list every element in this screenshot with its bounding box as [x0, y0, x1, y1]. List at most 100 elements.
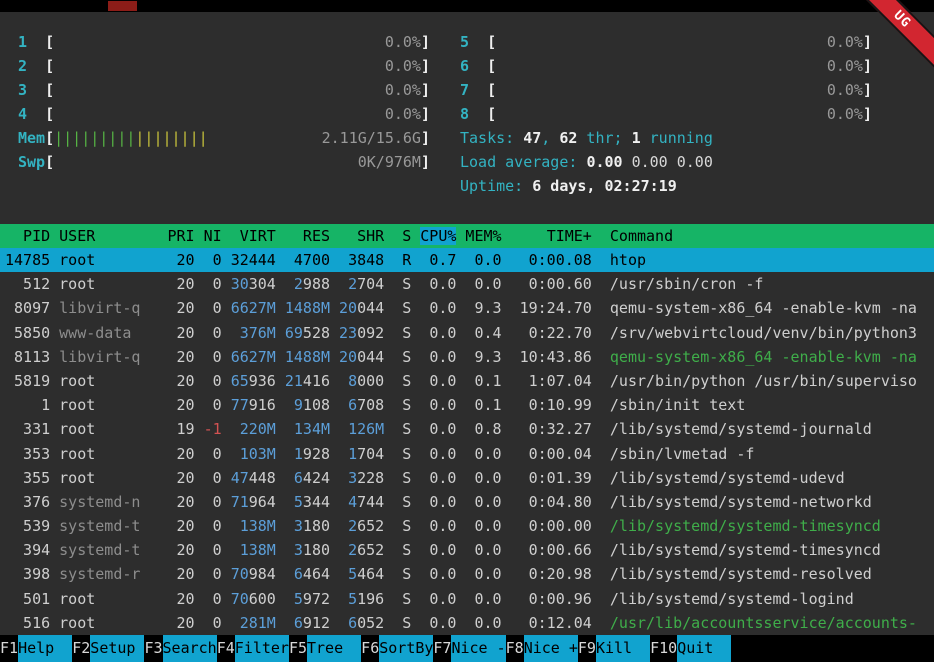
process-mem: 0.0 [456, 490, 501, 514]
meters-left-column: 1[0.0%]2[0.0%]3[0.0%]4[0.0%]Mem[||||||||… [18, 30, 430, 198]
process-priority: 20 [140, 490, 194, 514]
meter-close-bracket: ] [863, 54, 872, 78]
process-row[interactable]: 1root2007791691086708S0.00.10:10.99/sbin… [0, 393, 934, 417]
process-row[interactable]: 5850www-data200376M6952823092S0.00.40:22… [0, 321, 934, 345]
process-row[interactable]: 8097libvirt-q2006627M1488M20044S0.09.319… [0, 296, 934, 320]
process-row[interactable]: 353root200103M19281704S0.00.00:00.04/sbi… [0, 442, 934, 466]
process-mem: 0.0 [456, 272, 501, 296]
column-header-pid[interactable]: PID [5, 224, 50, 248]
process-cpu: 0.0 [411, 321, 456, 345]
fn-setup[interactable]: F2Setup [72, 635, 144, 662]
column-header-s[interactable]: S [384, 224, 411, 248]
process-row[interactable]: 539systemd-t200138M31802652S0.00.00:00.0… [0, 514, 934, 538]
column-header-mem[interactable]: MEM% [456, 224, 501, 248]
process-row[interactable]: 516root200281M69126052S0.00.00:12.04/usr… [0, 611, 934, 635]
meter-open-bracket: [ [45, 30, 54, 54]
process-pid: 5819 [5, 369, 50, 393]
meter-close-bracket: ] [421, 54, 430, 78]
process-pid: 501 [5, 587, 50, 611]
htop-screen: 1[0.0%]2[0.0%]3[0.0%]4[0.0%]Mem[||||||||… [0, 12, 934, 662]
meter-open-bracket: [ [45, 78, 54, 102]
process-priority: 20 [140, 248, 194, 272]
process-time: 19:24.70 [502, 296, 592, 320]
process-state: S [384, 466, 411, 490]
process-nice: 0 [195, 345, 222, 369]
process-time: 0:01.39 [502, 466, 592, 490]
process-time: 0:00.00 [502, 514, 592, 538]
process-cpu: 0.0 [411, 345, 456, 369]
cpu-meter-7-value: 0.0% [827, 78, 863, 102]
process-row[interactable]: 376systemd-n2007196453444744S0.00.00:04.… [0, 490, 934, 514]
process-priority: 20 [140, 442, 194, 466]
column-header-res[interactable]: RES [276, 224, 330, 248]
fn-search[interactable]: F3Search [144, 635, 216, 662]
process-priority: 20 [140, 562, 194, 586]
swap-meter: Swp[0K/976M] [18, 150, 430, 174]
cpu-meter-8-value: 0.0% [827, 102, 863, 126]
column-header-user[interactable]: USER [59, 224, 140, 248]
column-header-time[interactable]: TIME+ [502, 224, 592, 248]
swap-meter-value: 0K/976M [358, 150, 421, 174]
process-priority: 20 [140, 272, 194, 296]
fn-kill[interactable]: F9Kill [578, 635, 650, 662]
fn-nice[interactable]: F8Nice + [506, 635, 578, 662]
fn-nice[interactable]: F7Nice - [433, 635, 505, 662]
process-row[interactable]: 355root2004744864243228S0.00.00:01.39/li… [0, 466, 934, 490]
cpu-meter-8: 8[0.0%] [460, 102, 872, 126]
meter-close-bracket: ] [863, 78, 872, 102]
cpu-meter-7-label: 7 [460, 78, 487, 102]
process-row[interactable]: 512root2003030429882704S0.00.00:00.60/us… [0, 272, 934, 296]
meter-open-bracket: [ [487, 78, 496, 102]
cpu-meter-5-fill [496, 30, 827, 54]
cpu-meter-5-value: 0.0% [827, 30, 863, 54]
blank-row [0, 198, 934, 224]
process-priority: 20 [140, 393, 194, 417]
process-row[interactable]: 501root2007060059725196S0.00.00:00.96/li… [0, 587, 934, 611]
column-header-ni[interactable]: NI [195, 224, 222, 248]
fn-key-label: F7 [433, 635, 451, 662]
fn-sortby[interactable]: F6SortBy [361, 635, 433, 662]
process-user: root [59, 611, 140, 635]
cpu-meter-6-value: 0.0% [827, 54, 863, 78]
process-time: 0:12.04 [502, 611, 592, 635]
column-header-cpu[interactable]: CPU% [411, 224, 456, 248]
column-header-pri[interactable]: PRI [140, 224, 194, 248]
meter-open-bracket: [ [487, 54, 496, 78]
process-time: 10:43.86 [502, 345, 592, 369]
fn-quit[interactable]: F10Quit [650, 635, 731, 662]
process-priority: 20 [140, 296, 194, 320]
process-cpu: 0.0 [411, 587, 456, 611]
process-row[interactable]: 14785root2003244447003848R0.70.00:00.08h… [0, 248, 934, 272]
process-state: S [384, 369, 411, 393]
process-command: /usr/lib/accountsservice/accounts- [610, 611, 934, 635]
process-mem: 0.0 [456, 514, 501, 538]
column-header-command[interactable]: Command [610, 224, 934, 248]
process-cpu: 0.0 [411, 611, 456, 635]
cpu-meter-2-value: 0.0% [385, 54, 421, 78]
header-gap [592, 224, 610, 248]
fn-tree[interactable]: F5Tree [289, 635, 361, 662]
fn-help[interactable]: F1Help [0, 635, 72, 662]
process-row[interactable]: 394systemd-t200138M31802652S0.00.00:00.6… [0, 538, 934, 562]
process-user: root [59, 417, 140, 441]
fn-action-label: SortBy [379, 635, 433, 662]
column-header-shr[interactable]: SHR [330, 224, 384, 248]
debug-ribbon-label: UG [890, 8, 913, 31]
meter-open-bracket: [ [487, 102, 496, 126]
process-command: /lib/systemd/systemd-udevd [610, 466, 934, 490]
process-row[interactable]: 5819root20065936214168000S0.00.11:07.04/… [0, 369, 934, 393]
process-pid: 512 [5, 272, 50, 296]
process-command: /lib/systemd/systemd-logind [610, 587, 934, 611]
cpu-meter-8-label: 8 [460, 102, 487, 126]
process-row[interactable]: 398systemd-r2007098464645464S0.00.00:20.… [0, 562, 934, 586]
process-time: 0:00.08 [502, 248, 592, 272]
process-cpu: 0.0 [411, 490, 456, 514]
fn-filter[interactable]: F4Filter [217, 635, 289, 662]
column-header-virt[interactable]: VIRT [222, 224, 276, 248]
process-row[interactable]: 331root19-1220M134M126MS0.00.80:32.27/li… [0, 417, 934, 441]
cpu-meter-2-label: 2 [18, 54, 45, 78]
process-row[interactable]: 8113libvirt-q2006627M1488M20044S0.09.310… [0, 345, 934, 369]
process-mem: 0.1 [456, 393, 501, 417]
process-state: R [384, 248, 411, 272]
process-state: S [384, 538, 411, 562]
